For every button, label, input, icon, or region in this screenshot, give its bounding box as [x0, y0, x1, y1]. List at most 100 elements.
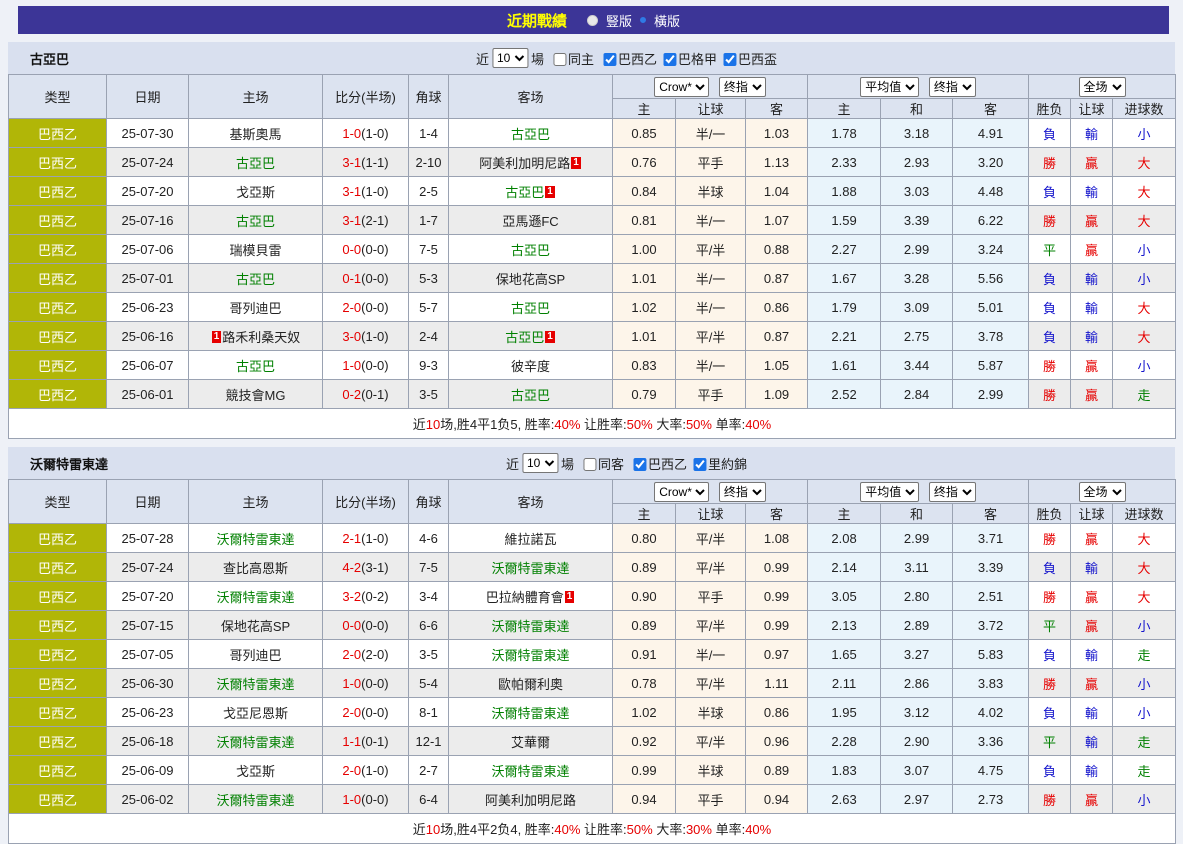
handicap-odds-cell: 1.01: [613, 264, 676, 293]
team-link[interactable]: 古亞巴: [236, 359, 275, 374]
filter-controls: 近 10 場 同客 巴西乙里約錦: [506, 453, 747, 473]
league-checkbox-input[interactable]: [693, 458, 706, 471]
team-link[interactable]: 查比高恩斯: [223, 561, 288, 576]
team-link[interactable]: 沃爾特雷東達: [491, 764, 569, 779]
team-link[interactable]: 基斯奧馬: [229, 127, 281, 142]
match-count-select[interactable]: 10: [522, 453, 558, 473]
col-result-goals: 进球数: [1113, 99, 1176, 119]
team-link[interactable]: 沃爾特雷東達: [216, 793, 294, 808]
team-link[interactable]: 沃爾特雷東達: [216, 532, 294, 547]
scope-select[interactable]: 全场: [1079, 77, 1126, 97]
team-link[interactable]: 保地花高SP: [496, 272, 565, 287]
team-link[interactable]: 保地花高SP: [221, 619, 290, 634]
team-link[interactable]: 古亞巴: [236, 214, 275, 229]
result-cell: 走: [1113, 727, 1176, 756]
team-link[interactable]: 瑞模貝雷: [229, 243, 281, 258]
score-cell: 1-0(0-0): [323, 669, 409, 698]
team-link[interactable]: 沃爾特雷東達: [216, 677, 294, 692]
team-link[interactable]: 古亞巴: [511, 243, 550, 258]
league-checkbox-input[interactable]: [603, 53, 616, 66]
league-filter-checkbox[interactable]: 里約錦: [687, 457, 747, 472]
bookmaker-select[interactable]: Crow*: [654, 482, 709, 502]
team-link[interactable]: 阿美利加明尼路: [479, 156, 570, 171]
match-count-select[interactable]: 10: [492, 48, 528, 68]
full-time-score: 2-0: [342, 763, 361, 778]
handicap-odds-cell: 0.94: [613, 785, 676, 814]
league-checkbox-input[interactable]: [633, 458, 646, 471]
team-link[interactable]: 古亞巴: [511, 127, 550, 142]
average-select[interactable]: 平均值: [860, 77, 919, 97]
result-cell: 勝: [1029, 351, 1071, 380]
team-cell: 戈亞尼恩斯: [189, 698, 323, 727]
team-link[interactable]: 沃爾特雷東達: [216, 590, 294, 605]
team-link[interactable]: 戈亞尼恩斯: [223, 706, 288, 721]
europe-odds-cell: 2.73: [953, 785, 1029, 814]
team-link[interactable]: 沃爾特雷東達: [491, 619, 569, 634]
team-link[interactable]: 艾華爾: [511, 735, 550, 750]
average-select[interactable]: 平均值: [860, 482, 919, 502]
corner-cell: 5-4: [409, 669, 449, 698]
league-filter-checkbox[interactable]: 巴西盃: [717, 52, 777, 67]
same-venue-checkbox[interactable]: 同主: [547, 49, 594, 68]
europe-odds-cell: 3.09: [881, 293, 953, 322]
team-link[interactable]: 戈亞斯: [236, 764, 275, 779]
team-link[interactable]: 歐帕爾利奧: [498, 677, 563, 692]
team-link[interactable]: 古亞巴: [511, 388, 550, 403]
result-cell: 大: [1113, 148, 1176, 177]
result-cell: 勝: [1029, 582, 1071, 611]
team-link[interactable]: 古亞巴: [236, 156, 275, 171]
final-index-select-1[interactable]: 终指: [719, 77, 766, 97]
team-link[interactable]: 競技會MG: [226, 388, 286, 403]
team-link[interactable]: 亞馬遜FC: [502, 214, 558, 229]
europe-odds-cell: 3.72: [953, 611, 1029, 640]
team-link[interactable]: 維拉諾瓦: [504, 532, 556, 547]
games-label: 場: [561, 454, 574, 473]
col-home: 主场: [189, 480, 323, 524]
team-link[interactable]: 阿美利加明尼路: [485, 793, 576, 808]
team-link[interactable]: 古亞巴: [236, 272, 275, 287]
team-cell: 沃爾特雷東達: [189, 669, 323, 698]
league-checkbox-input[interactable]: [663, 53, 676, 66]
col-crow-home: 主: [613, 99, 676, 119]
europe-odds-cell: 3.18: [881, 119, 953, 148]
same-venue-checkbox[interactable]: 同客: [577, 454, 624, 473]
league-filter-checkbox[interactable]: 巴西乙: [627, 457, 687, 472]
final-index-select-2[interactable]: 终指: [929, 482, 976, 502]
final-index-select-1[interactable]: 终指: [719, 482, 766, 502]
horizontal-layout-radio[interactable]: [640, 17, 646, 23]
corner-cell: 2-4: [409, 322, 449, 351]
europe-odds-cell: 1.79: [808, 293, 881, 322]
summary-segment: 近: [413, 417, 426, 432]
team-link[interactable]: 彼辛度: [511, 359, 550, 374]
team-link[interactable]: 戈亞斯: [236, 185, 275, 200]
team-link[interactable]: 古亞巴: [505, 185, 544, 200]
final-index-select-2[interactable]: 终指: [929, 77, 976, 97]
scope-select[interactable]: 全场: [1079, 482, 1126, 502]
date-cell: 25-07-24: [107, 553, 189, 582]
league-filter-label: 巴西乙: [648, 457, 687, 472]
team-link[interactable]: 路禾利桑天奴: [222, 330, 300, 345]
team-link[interactable]: 沃爾特雷東達: [491, 706, 569, 721]
team-link[interactable]: 沃爾特雷東達: [216, 735, 294, 750]
team-link[interactable]: 古亞巴: [511, 301, 550, 316]
team-link[interactable]: 哥列迪巴: [229, 301, 281, 316]
team-link[interactable]: 沃爾特雷東達: [491, 561, 569, 576]
date-cell: 25-07-06: [107, 235, 189, 264]
handicap-odds-cell: 0.83: [613, 351, 676, 380]
team-link[interactable]: 古亞巴: [505, 330, 544, 345]
red-card-badge: 1: [545, 186, 555, 198]
team-cell: 歐帕爾利奧: [449, 669, 613, 698]
team-link[interactable]: 哥列迪巴: [229, 648, 281, 663]
date-cell: 25-06-02: [107, 785, 189, 814]
match-row: 巴西乙25-07-06瑞模貝雷0-0(0-0)7-5古亞巴1.00平/半0.88…: [9, 235, 1176, 264]
league-filter-checkbox[interactable]: 巴格甲: [657, 52, 717, 67]
team-link[interactable]: 沃爾特雷東達: [491, 648, 569, 663]
league-checkbox-input[interactable]: [723, 53, 736, 66]
result-cell: 勝: [1029, 380, 1071, 409]
team-link[interactable]: 巴拉納體育會: [486, 590, 564, 605]
league-filter-checkbox[interactable]: 巴西乙: [597, 52, 657, 67]
vertical-layout-radio[interactable]: [587, 15, 598, 26]
bookmaker-select[interactable]: Crow*: [654, 77, 709, 97]
summary-segment: 50%: [627, 417, 653, 432]
col-crow-away: 客: [746, 99, 808, 119]
